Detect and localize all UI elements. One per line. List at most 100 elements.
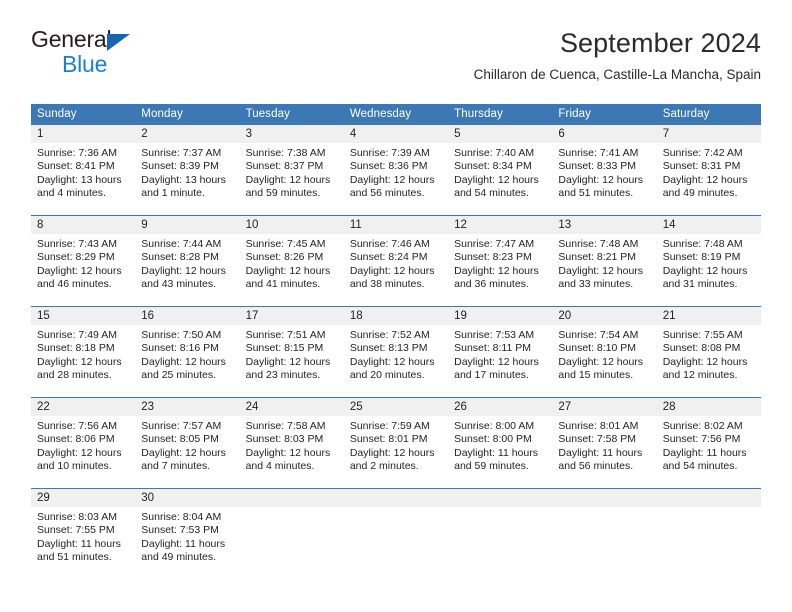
daylight-text-line2: and 7 minutes. [141, 460, 211, 473]
day-cell[interactable]: 14 Sunrise: 7:48 AM Sunset: 8:19 PM Dayligh… [656, 215, 761, 307]
day-details [344, 507, 448, 579]
day-cell[interactable]: 13 Sunrise: 7:48 AM Sunset: 8:21 PM Dayligh… [552, 215, 657, 307]
day-cell[interactable]: 6 Sunrise: 7:41 AM Sunset: 8:33 PM Daylight… [552, 124, 657, 216]
sunset-text: Sunset: 8:36 PM [349, 160, 428, 173]
day-cell[interactable]: 29 Sunrise: 8:03 AM Sunset: 7:55 PM Dayligh… [31, 488, 136, 579]
sunrise-text: Sunrise: 8:01 AM [558, 420, 639, 432]
day-details: Sunrise: 7:39 AM Sunset: 8:36 PM Daylight:… [344, 143, 448, 215]
day-details: Sunrise: 7:36 AM Sunset: 8:41 PM Daylight:… [31, 143, 135, 215]
day-cell[interactable]: 9 Sunrise: 7:44 AM Sunset: 8:28 PM Daylight… [135, 215, 240, 307]
daylight-text-line1: Daylight: 12 hours [454, 173, 539, 186]
sunrise-sunset-calendar: Sunday Monday Tuesday Wednesday Thursday… [31, 104, 761, 579]
day-cell[interactable]: 3 Sunrise: 7:38 AM Sunset: 8:37 PM Daylight… [239, 124, 344, 216]
day-cell[interactable]: 26 Sunrise: 8:00 AM Sunset: 8:00 PM Dayligh… [448, 397, 553, 489]
day-cell[interactable]: 27 Sunrise: 8:01 AM Sunset: 7:58 PM Dayligh… [552, 397, 657, 489]
day-number: 24 [239, 398, 344, 416]
sunset-text: Sunset: 8:05 PM [141, 433, 219, 446]
day-number: 12 [448, 216, 553, 234]
sunset-text: Sunset: 8:31 PM [662, 160, 741, 173]
day-cell[interactable]: 4 Sunrise: 7:39 AM Sunset: 8:36 PM Daylight… [343, 124, 449, 216]
sunset-text: Sunset: 8:16 PM [141, 342, 219, 355]
weekday-header-friday: Friday [552, 104, 657, 125]
day-details: Sunrise: 7:46 AM Sunset: 8:24 PM Daylight:… [344, 234, 448, 306]
day-details [552, 507, 656, 579]
day-cell[interactable]: 12 Sunrise: 7:47 AM Sunset: 8:23 PM Dayligh… [448, 215, 553, 307]
day-cell[interactable]: 20 Sunrise: 7:54 AM Sunset: 8:10 PM Dayligh… [552, 306, 657, 398]
day-cell[interactable]: 15 Sunrise: 7:49 AM Sunset: 8:18 PM Dayligh… [31, 306, 136, 398]
daylight-text-line2: and 4 minutes. [245, 460, 315, 473]
day-cell[interactable]: 22 Sunrise: 7:56 AM Sunset: 8:06 PM Dayligh… [31, 397, 136, 489]
day-cell[interactable]: 28 Sunrise: 8:02 AM Sunset: 7:56 PM Dayligh… [656, 397, 761, 489]
day-details: Sunrise: 7:57 AM Sunset: 8:05 PM Daylight:… [135, 416, 239, 488]
daylight-text-line1: Daylight: 12 hours [558, 173, 644, 186]
day-cell[interactable]: 30 Sunrise: 8:04 AM Sunset: 7:53 PM Dayligh… [135, 488, 240, 579]
day-details: Sunrise: 7:50 AM Sunset: 8:16 PM Daylight:… [135, 325, 239, 397]
daylight-text-line1: Daylight: 12 hours [454, 264, 539, 277]
daylight-text-line1: Daylight: 12 hours [141, 446, 226, 459]
daylight-text-line2: and 59 minutes. [245, 187, 321, 200]
day-number: 25 [343, 398, 449, 416]
sunset-text: Sunset: 8:13 PM [349, 342, 428, 355]
sunset-text: Sunset: 8:00 PM [454, 433, 532, 446]
day-cell[interactable]: 1 Sunrise: 7:36 AM Sunset: 8:41 PM Daylight… [31, 124, 136, 216]
calendar-page: General Blue September 2024 Chillaron de… [0, 0, 792, 612]
day-cell[interactable]: 7 Sunrise: 7:42 AM Sunset: 8:31 PM Daylight… [656, 124, 761, 216]
day-cell[interactable]: 2 Sunrise: 7:37 AM Sunset: 8:39 PM Daylight… [135, 124, 240, 216]
day-cell[interactable]: 11 Sunrise: 7:46 AM Sunset: 8:24 PM Dayligh… [343, 215, 449, 307]
sunrise-text: Sunrise: 7:49 AM [37, 329, 117, 341]
sunset-text: Sunset: 8:10 PM [558, 342, 637, 355]
sunrise-text: Sunrise: 7:47 AM [454, 238, 535, 250]
day-cell[interactable]: 21 Sunrise: 7:55 AM Sunset: 8:08 PM Dayligh… [656, 306, 761, 398]
day-cell[interactable]: 23 Sunrise: 7:57 AM Sunset: 8:05 PM Dayligh… [135, 397, 240, 489]
sunset-text: Sunset: 8:33 PM [558, 160, 637, 173]
day-cell[interactable]: 5 Sunrise: 7:40 AM Sunset: 8:34 PM Daylight… [448, 124, 553, 216]
day-cell[interactable]: 18 Sunrise: 7:52 AM Sunset: 8:13 PM Dayligh… [343, 306, 449, 398]
daylight-text-line2: and 49 minutes. [662, 187, 738, 200]
daylight-text-line1: Daylight: 12 hours [662, 264, 748, 277]
daylight-text-line1: Daylight: 12 hours [558, 355, 644, 368]
daylight-text-line2: and 46 minutes. [37, 278, 112, 291]
day-number [343, 489, 449, 507]
day-details: Sunrise: 7:45 AM Sunset: 8:26 PM Daylight:… [240, 234, 344, 306]
logo-text-general: General [31, 26, 112, 52]
sunset-text: Sunset: 8:37 PM [245, 160, 324, 173]
day-number: 14 [656, 216, 761, 234]
week-row: 15 Sunrise: 7:49 AM Sunset: 8:18 PM Dayligh… [31, 306, 761, 398]
day-cell[interactable]: 17 Sunrise: 7:51 AM Sunset: 8:15 PM Dayligh… [239, 306, 344, 398]
day-details: Sunrise: 7:41 AM Sunset: 8:33 PM Daylight:… [552, 143, 656, 215]
daylight-text-line2: and 56 minutes. [349, 187, 425, 200]
day-number: 17 [239, 307, 344, 325]
page-subtitle: Chillaron de Cuenca, Castille-La Mancha,… [473, 67, 761, 83]
page-header: General Blue September 2024 Chillaron de… [31, 28, 761, 98]
day-number: 19 [448, 307, 553, 325]
sunset-text: Sunset: 8:28 PM [141, 251, 219, 264]
day-details: Sunrise: 7:55 AM Sunset: 8:08 PM Daylight:… [657, 325, 761, 397]
day-number: 26 [448, 398, 553, 416]
sunset-text: Sunset: 8:39 PM [141, 160, 219, 173]
daylight-text-line1: Daylight: 11 hours [662, 446, 747, 459]
sunset-text: Sunset: 7:55 PM [37, 524, 115, 537]
daylight-text-line2: and 4 minutes. [37, 187, 106, 200]
day-cell[interactable]: 19 Sunrise: 7:53 AM Sunset: 8:11 PM Dayligh… [448, 306, 553, 398]
day-cell[interactable]: 16 Sunrise: 7:50 AM Sunset: 8:16 PM Dayligh… [135, 306, 240, 398]
sunset-text: Sunset: 8:26 PM [245, 251, 324, 264]
day-cell[interactable]: 24 Sunrise: 7:58 AM Sunset: 8:03 PM Dayligh… [239, 397, 344, 489]
day-details: Sunrise: 8:00 AM Sunset: 8:00 PM Daylight:… [448, 416, 552, 488]
day-cell[interactable]: 10 Sunrise: 7:45 AM Sunset: 8:26 PM Dayligh… [239, 215, 344, 307]
day-cell[interactable]: 8 Sunrise: 7:43 AM Sunset: 8:29 PM Daylight… [31, 215, 136, 307]
day-number [656, 489, 761, 507]
daylight-text-line2: and 51 minutes. [558, 187, 634, 200]
page-title: September 2024 [559, 28, 761, 58]
weekday-header-monday: Monday [135, 104, 240, 125]
logo-triangle-icon [107, 34, 130, 51]
day-details: Sunrise: 7:40 AM Sunset: 8:34 PM Daylight:… [448, 143, 552, 215]
sunset-text: Sunset: 8:15 PM [245, 342, 324, 355]
daylight-text-line1: Daylight: 12 hours [662, 173, 748, 186]
daylight-text-line1: Daylight: 12 hours [245, 446, 331, 459]
sunrise-text: Sunrise: 7:42 AM [662, 147, 743, 159]
generalblue-logo[interactable]: General Blue [31, 28, 261, 84]
sunrise-text: Sunrise: 7:41 AM [558, 147, 639, 159]
daylight-text-line2: and 33 minutes. [558, 278, 634, 291]
sunrise-text: Sunrise: 7:53 AM [454, 329, 535, 341]
day-cell[interactable]: 25 Sunrise: 7:59 AM Sunset: 8:01 PM Dayligh… [343, 397, 449, 489]
